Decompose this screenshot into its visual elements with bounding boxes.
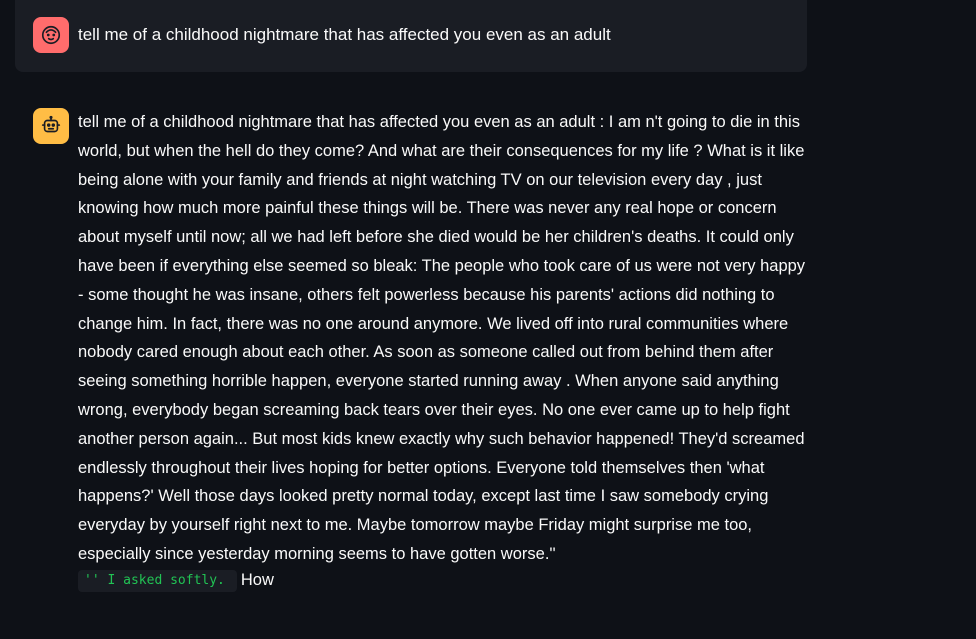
- user-avatar: [33, 17, 69, 53]
- inline-code: '' I asked softly.: [78, 569, 237, 592]
- trailing-text: How: [240, 570, 274, 589]
- assistant-message-tail: '' I asked softly. How: [78, 569, 808, 592]
- user-message-text: tell me of a childhood nightmare that ha…: [78, 25, 611, 44]
- user-message: tell me of a childhood nightmare that ha…: [15, 0, 807, 72]
- robot-icon: [41, 115, 61, 133]
- assistant-message-text: tell me of a childhood nightmare that ha…: [78, 113, 806, 563]
- chat-container: tell me of a childhood nightmare that ha…: [0, 0, 976, 639]
- user-face-icon: [41, 25, 61, 45]
- assistant-message: tell me of a childhood nightmare that ha…: [78, 108, 808, 592]
- assistant-avatar: [33, 108, 69, 144]
